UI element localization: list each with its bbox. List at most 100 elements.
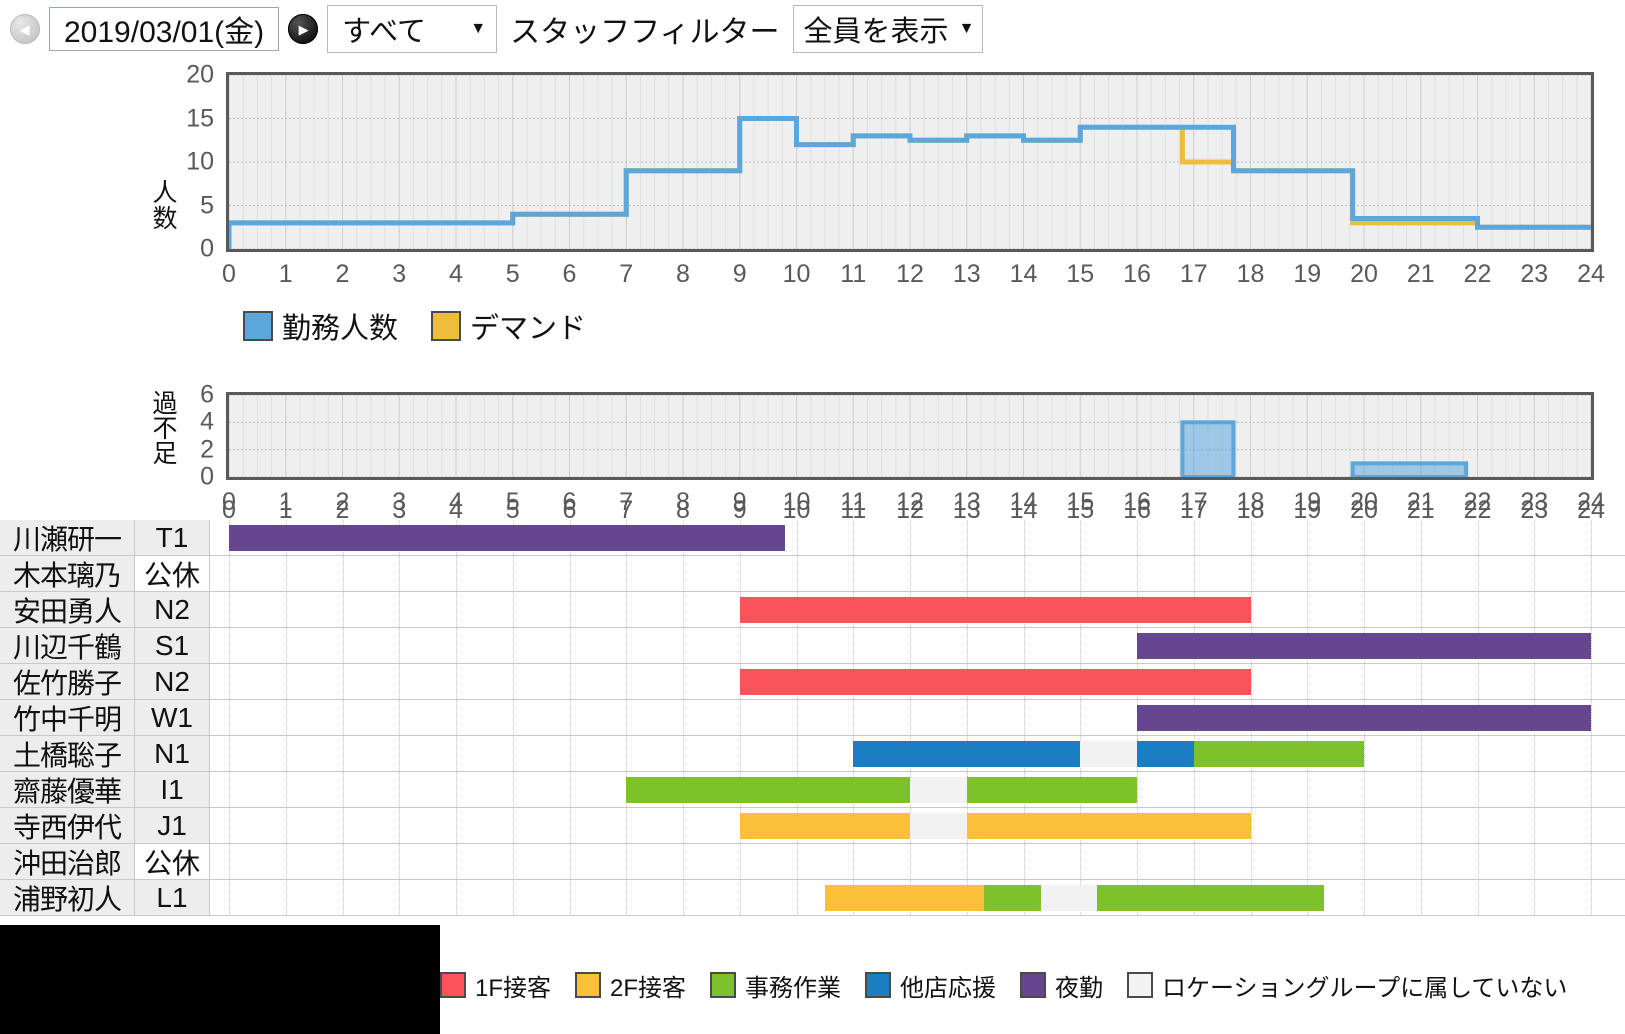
- table-row[interactable]: 浦野初人 L1: [0, 880, 1625, 916]
- shift-bar[interactable]: [1097, 885, 1325, 911]
- shift-bar[interactable]: [966, 777, 1137, 803]
- hour-gridline: [626, 844, 628, 879]
- hour-gridline: [1080, 628, 1082, 663]
- hour-gridline: [796, 736, 798, 771]
- table-row[interactable]: 齋藤優華 I1: [0, 772, 1625, 808]
- hour-gridline: [1250, 664, 1252, 699]
- shift-bar[interactable]: [983, 885, 1041, 911]
- shift-bar[interactable]: [824, 885, 984, 911]
- hour-gridline: [342, 592, 344, 627]
- hour-gridline: [285, 772, 287, 807]
- shift-bar[interactable]: [966, 813, 1251, 839]
- hour-gridline: [683, 700, 684, 735]
- hour-gridline: [229, 592, 230, 627]
- shift-bar[interactable]: [910, 777, 967, 803]
- hour-gridline: [1534, 556, 1536, 591]
- table-row[interactable]: 沖田治郎 公休: [0, 844, 1625, 880]
- hour-gridline: [1023, 520, 1025, 555]
- shift-track[interactable]: [210, 736, 1625, 771]
- hour-gridline: [229, 736, 230, 771]
- x-tick: 23: [1520, 496, 1549, 524]
- shift-bar[interactable]: [910, 813, 967, 839]
- hour-gridline: [683, 556, 684, 591]
- staff-filter-select[interactable]: 全員を表示 ▼: [792, 5, 984, 53]
- hour-gridline: [285, 844, 287, 879]
- hour-gridline: [1364, 520, 1365, 555]
- staff-name: 川辺千鶴: [0, 628, 135, 663]
- shift-track[interactable]: [210, 700, 1625, 735]
- surplus-chart-plot: [226, 392, 1594, 480]
- prev-day-button[interactable]: ◀: [10, 14, 40, 44]
- staff-name: 安田勇人: [0, 592, 135, 627]
- hour-gridline: [1477, 808, 1479, 843]
- hour-gridline: [1364, 592, 1365, 627]
- staff-name: 佐竹勝子: [0, 664, 135, 699]
- date-input[interactable]: 2019/03/01(金): [49, 7, 280, 51]
- hour-gridline: [1307, 592, 1309, 627]
- hour-gridline: [626, 880, 628, 915]
- hour-gridline: [342, 880, 344, 915]
- table-row[interactable]: 土橋聡子 N1: [0, 736, 1625, 772]
- table-row[interactable]: 寺西伊代 J1: [0, 808, 1625, 844]
- shift-track[interactable]: [210, 880, 1625, 915]
- hour-gridline: [1137, 520, 1138, 555]
- shift-bar[interactable]: [1080, 741, 1137, 767]
- table-row[interactable]: 川辺千鶴 S1: [0, 628, 1625, 664]
- hour-gridline: [683, 844, 684, 879]
- table-row[interactable]: 佐竹勝子 N2: [0, 664, 1625, 700]
- hour-gridline: [910, 556, 911, 591]
- hour-gridline: [626, 808, 628, 843]
- hour-gridline: [1591, 664, 1592, 699]
- x-tick: 18: [1236, 260, 1265, 288]
- hour-gridline: [399, 700, 401, 735]
- table-row[interactable]: 安田勇人 N2: [0, 592, 1625, 628]
- shift-bar[interactable]: [1137, 633, 1591, 659]
- shift-bar[interactable]: [1193, 741, 1364, 767]
- shift-track[interactable]: [210, 556, 1625, 591]
- hour-gridline: [1534, 520, 1536, 555]
- next-day-button[interactable]: ▶: [288, 14, 319, 44]
- hour-gridline: [229, 844, 230, 879]
- shift-track[interactable]: [210, 628, 1625, 663]
- hour-gridline: [285, 628, 287, 663]
- x-tick: 24: [1577, 496, 1605, 524]
- shift-bar[interactable]: [626, 777, 910, 803]
- shift-bar[interactable]: [1040, 885, 1098, 911]
- shift-code: N1: [135, 736, 210, 771]
- x-tick: 1: [278, 260, 293, 288]
- scope-select[interactable]: すべて ▼: [327, 5, 498, 53]
- shift-bar[interactable]: [739, 813, 910, 839]
- table-row[interactable]: 木本璃乃 公休: [0, 556, 1625, 592]
- shift-track[interactable]: [210, 808, 1625, 843]
- hour-gridline: [1534, 880, 1536, 915]
- shift-bar[interactable]: [1137, 741, 1194, 767]
- shift-bar[interactable]: [739, 597, 1251, 623]
- shift-track[interactable]: [210, 664, 1625, 699]
- table-row[interactable]: 竹中千明 W1: [0, 700, 1625, 736]
- hour-gridline: [1534, 844, 1536, 879]
- shift-bar[interactable]: [229, 525, 786, 551]
- hour-gridline: [1420, 592, 1422, 627]
- hour-gridline: [512, 700, 514, 735]
- legend-swatch: [1020, 972, 1047, 998]
- x-tick: 10: [782, 496, 811, 524]
- shift-code: 公休: [135, 844, 210, 879]
- hour-gridline: [796, 628, 798, 663]
- shift-track[interactable]: [210, 772, 1625, 807]
- hour-gridline: [1591, 556, 1592, 591]
- shift-track[interactable]: [210, 844, 1625, 879]
- shift-code: W1: [135, 700, 210, 735]
- shift-track[interactable]: [210, 592, 1625, 627]
- hour-gridline: [456, 700, 457, 735]
- hour-gridline: [1250, 772, 1252, 807]
- staff-filter-label: スタッフフィルター: [510, 16, 780, 49]
- hour-gridline: [1591, 628, 1592, 663]
- x-tick: 15: [1066, 260, 1095, 288]
- staff-filter-value: 全員を表示: [803, 16, 949, 48]
- x-tick: 0: [222, 260, 236, 288]
- shift-bar[interactable]: [1137, 705, 1591, 731]
- shift-bar[interactable]: [853, 741, 1081, 767]
- shift-track[interactable]: [210, 520, 1625, 555]
- shift-bar[interactable]: [739, 669, 1251, 695]
- table-row[interactable]: 川瀬研一 T1: [0, 520, 1625, 556]
